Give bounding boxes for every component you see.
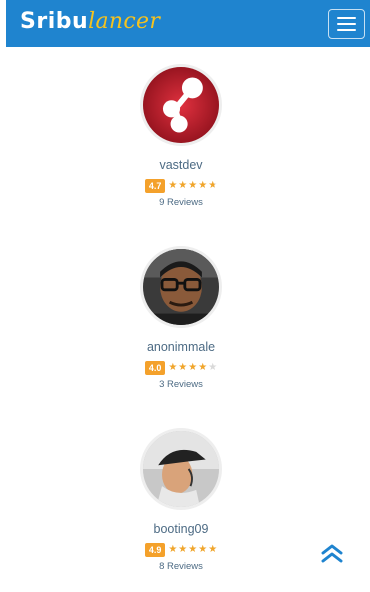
- person-cap-avatar-image: [143, 431, 219, 507]
- star-icon: ★: [188, 362, 198, 373]
- reviews-count[interactable]: 8 Reviews: [106, 561, 256, 572]
- star-rating: ★ ★ ★ ★ ★: [168, 545, 217, 555]
- rating-row: 4.0 ★ ★ ★ ★ ★: [106, 361, 256, 375]
- brand-logo-part2: lancer: [88, 9, 161, 34]
- double-chevron-up-icon: [321, 544, 343, 563]
- rating-row: 4.7 ★ ★ ★ ★ ★: [106, 179, 256, 193]
- star-icon: ★: [198, 544, 208, 555]
- brand-logo-part1: Sribu: [20, 9, 89, 34]
- rating-badge: 4.7: [144, 179, 166, 193]
- brand-logo[interactable]: Sribu lancer: [20, 9, 160, 37]
- rating-row: 4.9 ★ ★ ★ ★ ★: [106, 543, 256, 557]
- freelancer-card: anonimmale 4.0 ★ ★ ★ ★ ★ 3 Reviews: [106, 246, 256, 390]
- avatar[interactable]: [140, 246, 222, 328]
- hamburger-menu-icon-bar: [337, 17, 356, 19]
- username-link[interactable]: anonimmale: [106, 340, 256, 354]
- rating-badge: 4.9: [144, 543, 166, 557]
- star-icon: ★: [198, 180, 208, 191]
- reviews-count[interactable]: 9 Reviews: [106, 197, 256, 208]
- star-icon: ★: [168, 362, 178, 373]
- rating-badge: 4.0: [144, 361, 166, 375]
- star-icon: ★: [178, 362, 188, 373]
- navbar: Sribu lancer: [6, 0, 370, 47]
- hamburger-menu-button[interactable]: [328, 9, 365, 39]
- hamburger-menu-icon-bar: [337, 23, 356, 25]
- share-logo-avatar-image: [143, 67, 219, 143]
- avatar[interactable]: [140, 64, 222, 146]
- star-icon: ★: [208, 544, 218, 555]
- reviews-count[interactable]: 3 Reviews: [106, 379, 256, 390]
- back-to-top-button[interactable]: [319, 542, 345, 564]
- username-link[interactable]: booting09: [106, 522, 256, 536]
- avatar[interactable]: [140, 428, 222, 510]
- star-icon: ★: [188, 544, 198, 555]
- star-rating: ★ ★ ★ ★ ★: [168, 363, 217, 373]
- star-icon: ★: [198, 362, 208, 373]
- star-icon: ★: [168, 180, 178, 191]
- star-icon: ★: [178, 180, 188, 191]
- star-icon: ★: [178, 544, 188, 555]
- star-icon: ★: [168, 544, 178, 555]
- person-photo-avatar-image: [143, 249, 219, 325]
- hamburger-menu-icon-bar: [337, 29, 356, 31]
- freelancer-card: booting09 4.9 ★ ★ ★ ★ ★ 8 Reviews: [106, 428, 256, 572]
- star-rating: ★ ★ ★ ★ ★: [168, 181, 217, 191]
- star-icon: ★: [208, 180, 218, 191]
- star-icon: ★: [188, 180, 198, 191]
- username-link[interactable]: vastdev: [106, 158, 256, 172]
- freelancer-card: vastdev 4.7 ★ ★ ★ ★ ★ 9 Reviews: [106, 64, 256, 208]
- star-icon: ★: [208, 362, 218, 373]
